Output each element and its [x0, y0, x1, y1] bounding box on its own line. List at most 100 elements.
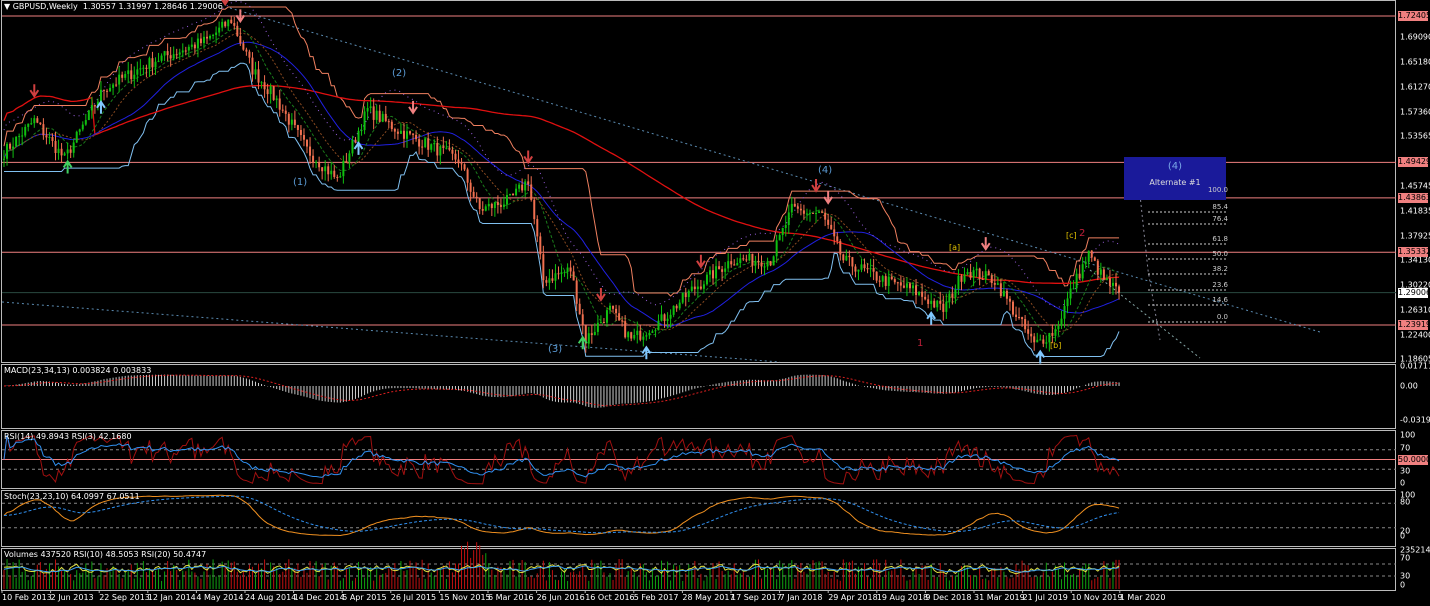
candle	[324, 166, 327, 172]
candle	[487, 203, 490, 207]
rsi-tick: 100	[1400, 430, 1416, 440]
candle	[348, 153, 351, 163]
candle	[624, 321, 627, 338]
candle	[184, 50, 187, 52]
candle	[563, 271, 566, 273]
rsi-tick: 30	[1400, 466, 1411, 476]
candle	[690, 286, 693, 291]
candle	[875, 271, 878, 281]
stoch-tick: 80	[1400, 497, 1411, 507]
candle	[312, 155, 315, 163]
ma-16-line	[3, 32, 1120, 332]
price-tick: 1.37925	[1400, 231, 1430, 241]
candle	[963, 274, 966, 282]
candle	[609, 305, 611, 311]
rsi-value-badge: 50.0000	[1398, 454, 1430, 465]
wave-label-2: (2)	[392, 68, 407, 79]
candle	[1060, 318, 1063, 326]
candle	[869, 268, 872, 270]
candle	[566, 267, 569, 272]
psar-dots	[3, 0, 1120, 308]
candle	[21, 135, 24, 137]
candle	[157, 60, 160, 62]
candle	[648, 332, 651, 336]
level-price-badge: 1.35332	[1398, 247, 1430, 258]
date-label: 14 Dec 2014	[293, 593, 345, 602]
candle	[384, 113, 387, 122]
candle	[372, 106, 375, 120]
date-label: 9 Dec 2018	[925, 593, 972, 602]
candle	[133, 74, 136, 80]
candle	[66, 149, 69, 154]
candle	[1057, 325, 1060, 330]
date-label: 6 Mar 2016	[488, 593, 534, 602]
candle	[663, 314, 666, 321]
candle	[169, 55, 172, 59]
fib-level-label: 0.0	[1216, 313, 1228, 321]
price-tick: 1.26310	[1400, 305, 1430, 315]
candle	[560, 272, 563, 274]
fib-level-label: 38.2	[1212, 265, 1228, 273]
candle	[836, 236, 839, 241]
candle	[436, 143, 439, 156]
candle	[345, 160, 348, 163]
candle	[124, 73, 127, 78]
candle	[951, 293, 954, 298]
ma-short-line	[3, 27, 1120, 339]
candle	[206, 36, 209, 39]
candle	[1111, 282, 1114, 286]
candle	[860, 264, 863, 270]
candle	[569, 267, 572, 272]
candle	[1084, 261, 1087, 265]
candle	[148, 58, 151, 69]
candle	[818, 211, 821, 214]
candle	[763, 266, 766, 268]
candle	[139, 68, 142, 70]
candle	[881, 276, 884, 282]
candle	[36, 118, 39, 123]
candle	[533, 199, 536, 220]
candle	[1081, 264, 1084, 279]
fib-level-label: 14.6	[1212, 296, 1228, 304]
date-label: 10 Nov 2019	[1071, 593, 1123, 602]
candle	[45, 135, 48, 138]
candle	[496, 202, 499, 206]
candle	[1011, 301, 1014, 315]
candle	[999, 283, 1002, 297]
candle	[15, 136, 18, 147]
candle	[239, 35, 242, 44]
candle	[599, 321, 602, 323]
candle	[930, 300, 933, 304]
candle	[378, 110, 381, 122]
candle	[106, 90, 109, 92]
price-tick: 1.61270	[1400, 82, 1430, 92]
candle	[693, 286, 696, 290]
candle	[642, 336, 645, 340]
candle	[84, 120, 87, 125]
candle	[181, 50, 184, 53]
candle	[318, 162, 321, 168]
candle	[351, 139, 354, 154]
candle	[733, 264, 736, 266]
candle	[424, 138, 427, 148]
candle	[702, 284, 705, 289]
candle	[902, 285, 905, 288]
candle	[772, 256, 775, 266]
candle	[927, 299, 930, 304]
candle	[687, 290, 690, 298]
candle	[12, 146, 15, 149]
fib-level-label: 23.6	[1212, 281, 1228, 289]
triangle-down-icon[interactable]: ▼	[4, 2, 10, 11]
candle	[48, 137, 51, 139]
candle	[539, 236, 542, 255]
candle	[299, 129, 302, 136]
candle	[657, 320, 660, 331]
fib-level-label: 76.4	[1212, 215, 1228, 223]
candle	[427, 138, 430, 150]
volume-tick: 70	[1400, 553, 1411, 563]
candle	[896, 282, 899, 284]
candle	[760, 262, 763, 267]
candle	[42, 124, 45, 136]
candle	[766, 261, 769, 267]
price-tick: 1.65180	[1400, 57, 1430, 67]
